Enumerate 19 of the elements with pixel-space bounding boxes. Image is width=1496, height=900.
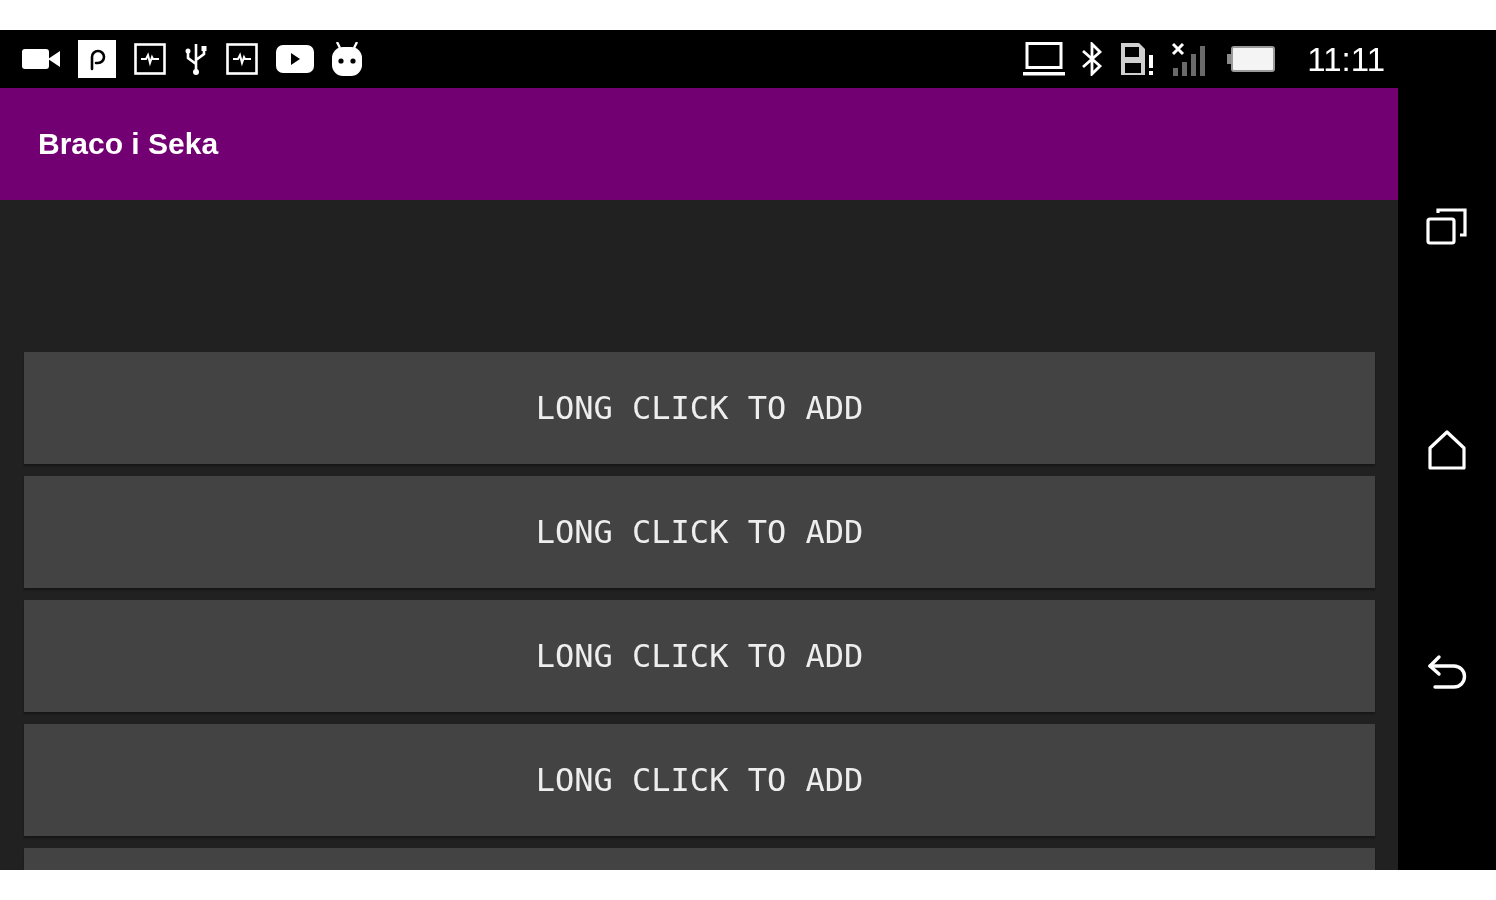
app-title: Braco i Seka [38,127,219,161]
recent-apps-icon[interactable] [1426,207,1468,245]
add-button[interactable]: LONG CLICK TO ADD [24,476,1375,588]
bluetooth-icon [1081,42,1104,76]
sd-card-icon [1119,41,1156,77]
play-icon [276,45,314,73]
waveform-icon [134,43,166,75]
battery-icon [1227,46,1276,72]
pulse-icon [226,43,258,75]
robot-icon [332,42,362,76]
clock-time: 11:11 [1307,42,1385,76]
add-button[interactable]: LONG CLICK TO ADD [24,724,1375,836]
usb-icon [184,42,208,76]
add-button[interactable]: LONG CLICK TO ADD [24,352,1375,464]
app-tile-icon [78,40,116,78]
home-icon[interactable] [1428,429,1466,470]
add-button[interactable]: LONG CLICK TO ADD [24,600,1375,712]
laptop-icon [1023,42,1066,76]
video-camera-icon [22,47,60,71]
